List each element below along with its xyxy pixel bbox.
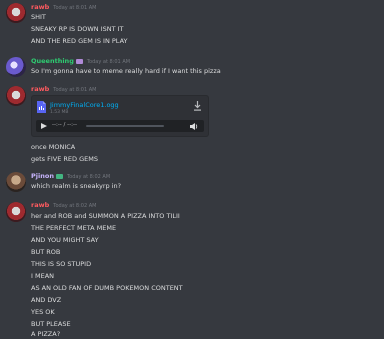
- badge-icon: [55, 173, 63, 179]
- message-text: AND DVZ: [31, 296, 62, 304]
- message-text: SHIT: [31, 13, 46, 21]
- author-name[interactable]: rawb: [31, 201, 49, 209]
- message-text: BUT ROB: [31, 248, 61, 256]
- message-text: So I'm gonna have to meme really hard if…: [31, 67, 221, 75]
- message-header: rawb Today at 8:01 AM: [31, 3, 96, 12]
- author-name[interactable]: Pjinon: [31, 172, 54, 180]
- timestamp: Today at 8:01 AM: [53, 87, 97, 93]
- timestamp: Today at 8:02 AM: [66, 174, 111, 180]
- attachment-size: 1.53 MB: [50, 110, 69, 115]
- timestamp: Today at 8:01 AM: [86, 59, 131, 65]
- message-text: SNEAKY RP IS DOWN ISNT IT: [31, 25, 124, 33]
- avatar[interactable]: [6, 3, 26, 23]
- timestamp: Today at 8:01 AM: [53, 5, 97, 11]
- download-icon[interactable]: [193, 101, 202, 111]
- message-text: YES OK: [31, 308, 55, 316]
- author-name[interactable]: Queenthing: [31, 57, 74, 65]
- message-text: once MONICA: [31, 143, 76, 151]
- message-text: THE PERFECT META MEME: [31, 224, 117, 232]
- avatar[interactable]: [6, 172, 26, 192]
- timestamp: Today at 8:02 AM: [53, 203, 97, 209]
- audio-file-icon: [37, 101, 46, 113]
- volume-icon[interactable]: [190, 123, 198, 130]
- message-text: which realm is sneakyrp in?: [31, 182, 122, 190]
- message-header: Queenthing Today at 8:01 AM: [31, 57, 130, 66]
- message-text: I MEAN: [31, 272, 55, 280]
- author-name[interactable]: rawb: [31, 3, 49, 11]
- badge-icon: [75, 58, 83, 64]
- message-text: gets FIVE RED GEMS: [31, 155, 98, 163]
- message-header: rawb Today at 8:02 AM: [31, 201, 96, 210]
- audio-progress-bar[interactable]: [86, 125, 164, 127]
- message-header: rawb Today at 8:01 AM: [31, 85, 96, 94]
- play-icon[interactable]: [41, 123, 47, 129]
- message-text: THIS IS SO STUPID: [31, 260, 92, 268]
- message-text: AND YOU MIGHT SAY: [31, 236, 99, 244]
- author-name[interactable]: rawb: [31, 85, 49, 93]
- attachment-filename[interactable]: JimmyFinalCore1.ogg: [50, 101, 119, 109]
- avatar[interactable]: [6, 86, 26, 106]
- message-text: AS AN OLD FAN OF DUMB POKEMON CONTENT: [31, 284, 183, 292]
- audio-attachment: JimmyFinalCore1.ogg 1.53 MB --:-- / --:-…: [31, 95, 209, 137]
- avatar[interactable]: [6, 202, 26, 222]
- message-text: A PIZZA?: [31, 330, 61, 338]
- audio-time: --:-- / --:--: [52, 122, 77, 128]
- message-header: Pjinon Today at 8:02 AM: [31, 172, 110, 181]
- audio-player: --:-- / --:--: [36, 120, 204, 132]
- message-text: AND THE RED GEM IS IN PLAY: [31, 37, 128, 45]
- message-text: BUT PLEASE: [31, 320, 71, 328]
- message-text: her and ROB and SUMMON A PIZZA INTO TILI…: [31, 212, 180, 220]
- avatar[interactable]: [6, 57, 26, 77]
